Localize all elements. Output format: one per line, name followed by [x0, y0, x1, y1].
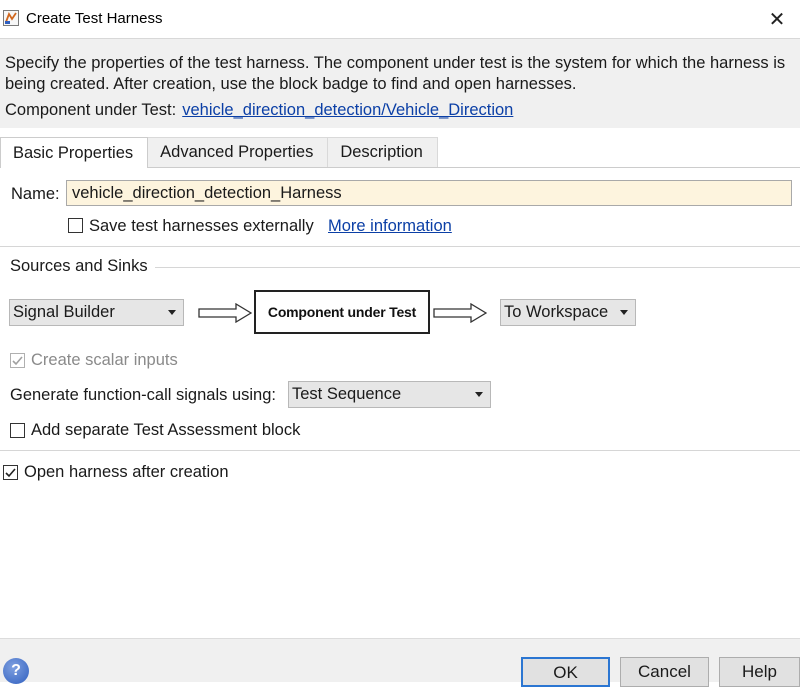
create-scalar-inputs-checkbox[interactable]: [10, 353, 25, 368]
source-selected-value: Signal Builder: [13, 303, 115, 321]
component-under-test-row: Component under Test: vehicle_direction_d…: [5, 101, 513, 120]
simulink-app-icon: [3, 10, 19, 26]
chevron-down-icon: [168, 310, 176, 315]
sink-selected-value: To Workspace: [504, 303, 609, 321]
sink-dropdown[interactable]: To Workspace: [500, 299, 636, 326]
chevron-down-icon: [475, 392, 483, 397]
chevron-down-icon: [620, 310, 628, 315]
checkmark-icon: [5, 468, 16, 478]
tab-strip: Basic Properties Advanced Properties Des…: [0, 137, 438, 168]
close-icon[interactable]: ✕: [754, 0, 800, 38]
flow-arrow-icon: [198, 303, 252, 323]
function-call-label: Generate function-call signals using:: [10, 386, 276, 404]
component-under-test-link[interactable]: vehicle_direction_detection/Vehicle_Dire…: [182, 101, 513, 119]
flow-arrow-icon: [433, 303, 487, 323]
tab-advanced-properties[interactable]: Advanced Properties: [147, 137, 329, 167]
harness-name-input[interactable]: vehicle_direction_detection_Harness: [66, 180, 792, 206]
open-after-creation-label: Open harness after creation: [24, 463, 229, 481]
function-call-dropdown[interactable]: Test Sequence: [288, 381, 491, 408]
basic-properties-panel: Name: vehicle_direction_detection_Harnes…: [0, 167, 800, 247]
save-externally-label: Save test harnesses externally: [89, 217, 314, 235]
component-under-test-box: Component under Test: [254, 290, 430, 334]
name-label: Name:: [11, 185, 60, 203]
cancel-button[interactable]: Cancel: [620, 657, 709, 687]
open-after-creation-checkbox[interactable]: [3, 465, 18, 480]
component-under-test-label: Component under Test:: [5, 101, 177, 119]
checkmark-icon: [12, 356, 23, 366]
function-call-selected-value: Test Sequence: [292, 385, 402, 403]
separate-assessment-label: Add separate Test Assessment block: [31, 421, 301, 439]
dialog-footer: ? OK Cancel Help: [0, 638, 800, 687]
help-question-icon[interactable]: ?: [3, 658, 29, 684]
group-divider: [155, 267, 800, 268]
tab-description[interactable]: Description: [327, 137, 438, 167]
separate-assessment-checkbox[interactable]: [10, 423, 25, 438]
dialog-header: Specify the properties of the test harne…: [0, 38, 800, 128]
tab-basic-properties[interactable]: Basic Properties: [0, 137, 149, 168]
section-divider: [0, 450, 800, 451]
ok-button[interactable]: OK: [521, 657, 610, 687]
source-dropdown[interactable]: Signal Builder: [9, 299, 184, 326]
more-information-link[interactable]: More information: [328, 217, 452, 236]
dialog-description: Specify the properties of the test harne…: [5, 54, 786, 93]
sources-sinks-title: Sources and Sinks: [10, 257, 148, 275]
window-title: Create Test Harness: [26, 10, 163, 27]
title-bar: Create Test Harness ✕: [0, 0, 800, 38]
help-button[interactable]: Help: [719, 657, 800, 687]
save-externally-checkbox[interactable]: [68, 218, 83, 233]
create-scalar-inputs-label: Create scalar inputs: [31, 351, 178, 369]
